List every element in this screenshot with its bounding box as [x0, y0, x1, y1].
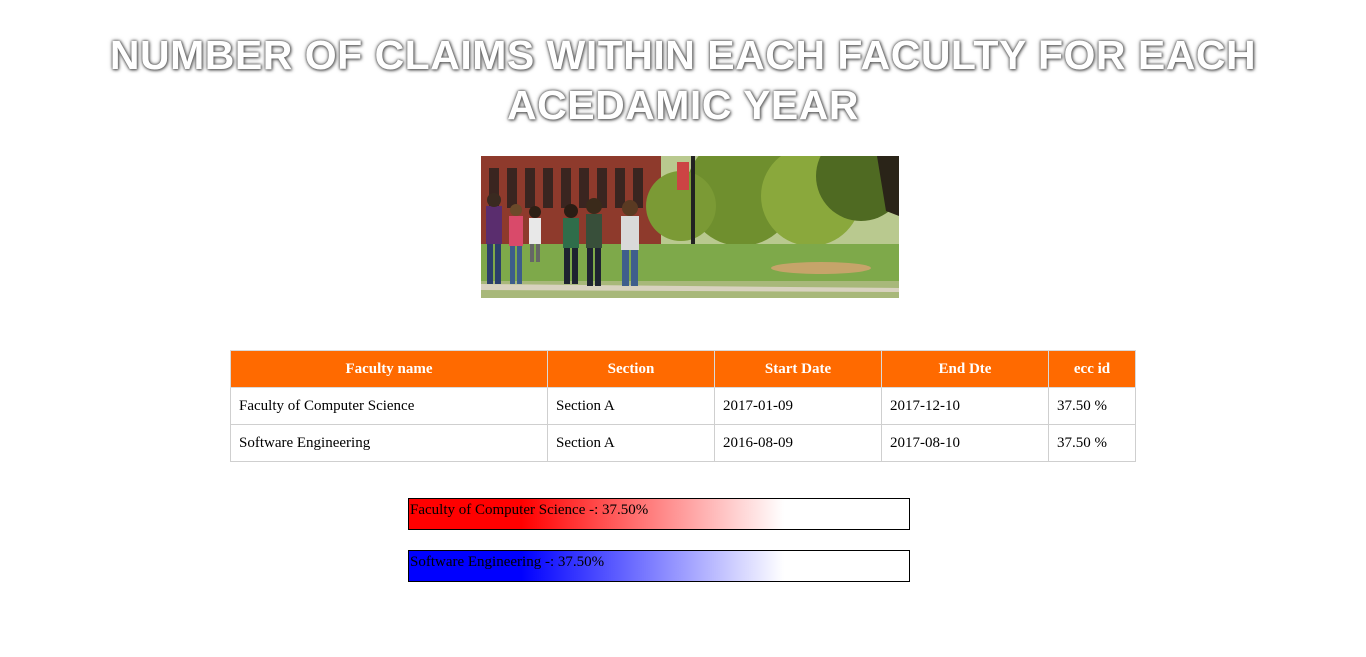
progress-bar-label: Software Engineering -: 37.50% [410, 554, 605, 570]
cell-start-date: 2017-01-09 [714, 387, 882, 425]
cell-faculty-name: Software Engineering [230, 424, 548, 462]
campus-students-photo [481, 156, 899, 298]
cell-end-date: 2017-12-10 [881, 387, 1049, 425]
cell-ecc-id: 37.50 % [1048, 387, 1136, 425]
table-header-row: Faculty name Section Start Date End Dte … [230, 350, 1136, 388]
claims-table: Faculty name Section Start Date End Dte … [230, 350, 1136, 462]
column-header-start-date: Start Date [714, 350, 882, 388]
progress-bar-label: Faculty of Computer Science -: 37.50% [410, 502, 649, 518]
progress-bar-software-engineering: Software Engineering -: 37.50% [408, 550, 910, 582]
column-header-faculty-name: Faculty name [230, 350, 548, 388]
cell-ecc-id: 37.50 % [1048, 424, 1136, 462]
cell-section: Section A [547, 387, 715, 425]
page-title: NUMBER OF CLAIMS WITHIN EACH FACULTY FOR… [109, 32, 1257, 128]
column-header-section: Section [547, 350, 715, 388]
table-row: Software Engineering Section A 2016-08-0… [230, 424, 1136, 462]
table-row: Faculty of Computer Science Section A 20… [230, 387, 1136, 425]
cell-faculty-name: Faculty of Computer Science [230, 387, 548, 425]
column-header-end-date: End Dte [881, 350, 1049, 388]
cell-end-date: 2017-08-10 [881, 424, 1049, 462]
cell-start-date: 2016-08-09 [714, 424, 882, 462]
progress-bar-computer-science: Faculty of Computer Science -: 37.50% [408, 498, 910, 530]
column-header-ecc-id: ecc id [1048, 350, 1136, 388]
cell-section: Section A [547, 424, 715, 462]
